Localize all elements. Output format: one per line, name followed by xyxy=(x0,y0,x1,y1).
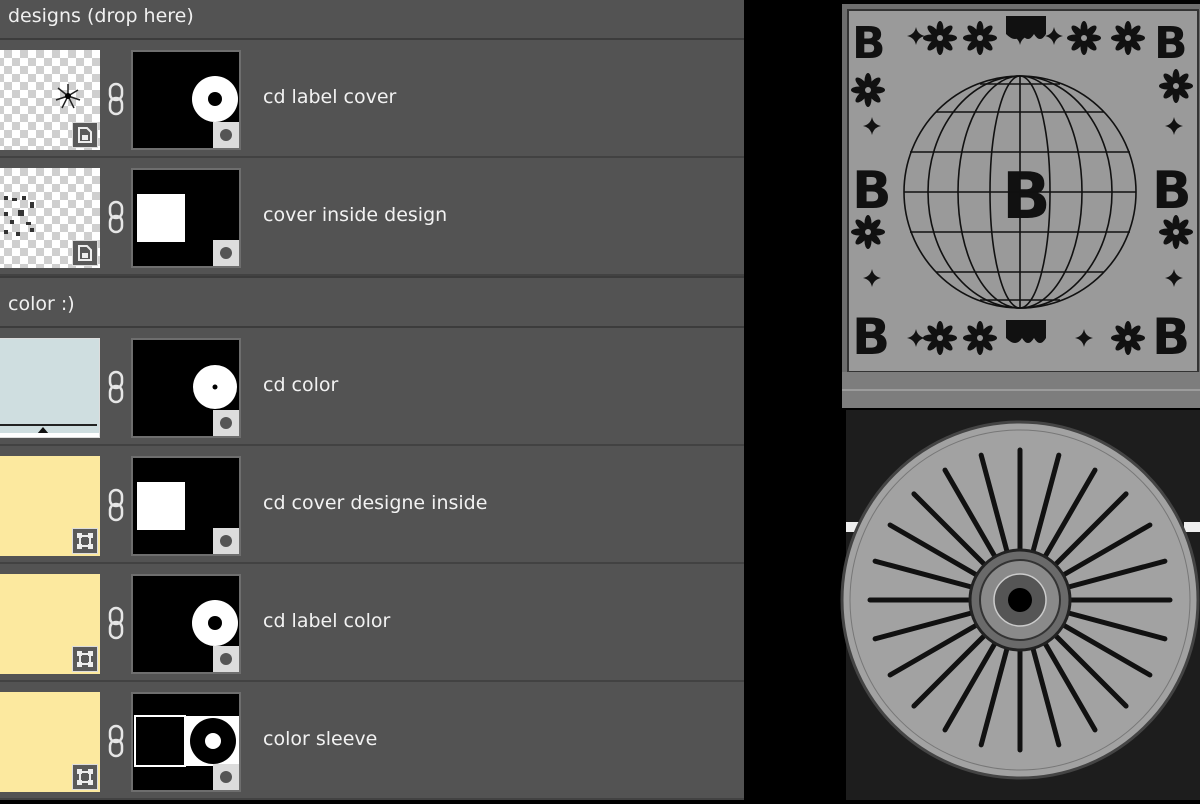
layer-thumbnail[interactable] xyxy=(0,456,100,556)
layer-mask-thumbnail[interactable] xyxy=(131,338,241,438)
cover-glyph: B xyxy=(1154,18,1188,69)
layer-name[interactable]: cover inside design xyxy=(263,204,447,226)
group-label: designs (drop here) xyxy=(8,5,194,27)
layer-thumbnail[interactable] xyxy=(0,168,100,268)
cover-center-glyph: B xyxy=(1002,160,1051,234)
layer-thumbnail[interactable] xyxy=(0,338,100,438)
smart-object-icon xyxy=(72,122,98,148)
layer-mask-thumbnail[interactable] xyxy=(131,692,241,792)
chain-link-icon[interactable] xyxy=(106,370,126,404)
mask-indicator-icon xyxy=(213,410,239,436)
chain-link-icon[interactable] xyxy=(106,724,126,758)
layer-mask-thumbnail[interactable] xyxy=(131,168,241,268)
cover-glyph: B xyxy=(852,308,890,366)
mask-indicator-icon xyxy=(213,240,239,266)
smart-object-icon xyxy=(72,240,98,266)
mask-indicator-icon xyxy=(213,764,239,790)
mask-indicator-icon xyxy=(213,122,239,148)
layer-row-cover-inside-design[interactable]: cover inside design xyxy=(0,158,744,276)
layer-mask-thumbnail[interactable] xyxy=(131,574,241,674)
cover-glyph: B xyxy=(1152,308,1190,366)
chain-link-icon[interactable] xyxy=(106,606,126,640)
layer-name[interactable]: cd color xyxy=(263,374,338,396)
cd-mockup-artwork: B B B B B B B xyxy=(840,4,1200,800)
layers-panel: designs (drop here) cd label cover cover… xyxy=(0,0,744,800)
shape-icon xyxy=(72,528,98,554)
layer-name[interactable]: color sleeve xyxy=(263,728,377,750)
mask-indicator-icon xyxy=(213,528,239,554)
layer-row-cd-color[interactable]: cd color xyxy=(0,328,744,446)
layer-row-cd-cover-designe-inside[interactable]: cd cover designe inside xyxy=(0,446,744,564)
cover-glyph: B xyxy=(852,18,886,69)
layer-name[interactable]: cd cover designe inside xyxy=(263,492,487,514)
shape-icon xyxy=(72,764,98,790)
mask-indicator-icon xyxy=(213,646,239,672)
shape-icon xyxy=(72,646,98,672)
layer-row-color-sleeve[interactable]: color sleeve xyxy=(0,682,744,800)
canvas-preview[interactable]: B B B B B B B xyxy=(744,0,1200,800)
layer-name[interactable]: cd label color xyxy=(263,610,390,632)
layer-mask-thumbnail[interactable] xyxy=(131,50,241,150)
layer-name[interactable]: cd label cover xyxy=(263,86,396,108)
fill-slider-icon xyxy=(0,424,99,437)
cover-glyph: B xyxy=(1152,161,1192,221)
layer-group-designs[interactable]: designs (drop here) xyxy=(0,0,744,40)
layer-mask-thumbnail[interactable] xyxy=(131,456,241,556)
chain-link-icon[interactable] xyxy=(106,488,126,522)
layer-group-color[interactable]: color :) xyxy=(0,276,744,328)
chain-link-icon[interactable] xyxy=(106,200,126,234)
cover-glyph: B xyxy=(852,161,892,221)
layer-row-cd-label-color[interactable]: cd label color xyxy=(0,564,744,682)
group-label: color :) xyxy=(8,293,75,315)
layer-thumbnail[interactable] xyxy=(0,574,100,674)
layer-row-cd-label-cover[interactable]: cd label cover xyxy=(0,40,744,158)
chain-link-icon[interactable] xyxy=(106,82,126,116)
layer-thumbnail[interactable] xyxy=(0,50,100,150)
layer-thumbnail[interactable] xyxy=(0,692,100,792)
